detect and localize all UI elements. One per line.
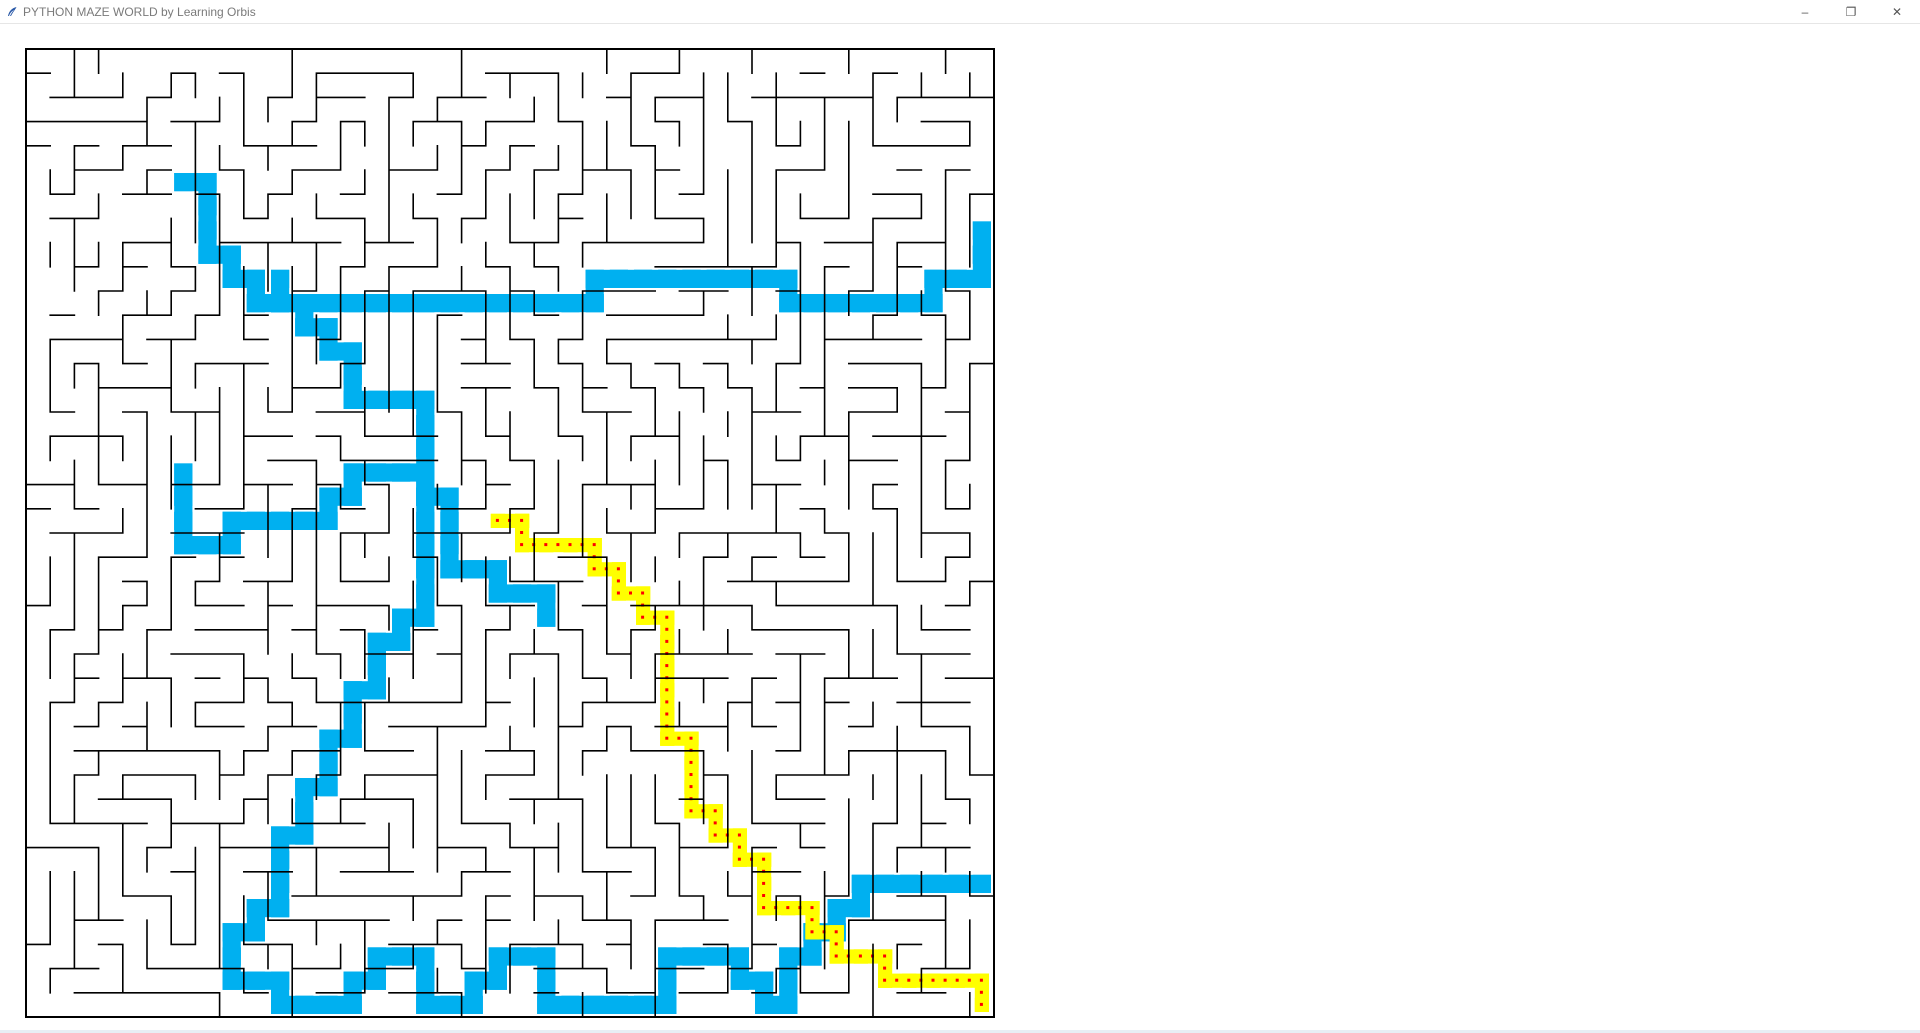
solution-marker: [967, 978, 971, 982]
solution-marker: [520, 543, 524, 547]
solution-marker: [762, 906, 766, 910]
solution-marker: [955, 978, 959, 982]
solution-marker: [762, 857, 766, 861]
window-title: PYTHON MAZE WORLD by Learning Orbis: [23, 4, 256, 19]
solution-marker: [544, 543, 548, 547]
close-button[interactable]: ✕: [1874, 0, 1920, 23]
solution-marker: [858, 954, 862, 958]
solution-marker: [665, 627, 669, 631]
solution-marker: [907, 978, 911, 982]
solution-marker: [979, 990, 983, 994]
solution-marker: [592, 543, 596, 547]
solution-marker: [737, 857, 741, 861]
solution-marker: [568, 543, 572, 547]
solution-marker: [713, 833, 717, 837]
solution-marker: [520, 518, 524, 522]
maximize-button[interactable]: ❐: [1828, 0, 1874, 23]
solution-marker: [689, 760, 693, 764]
minimize-button[interactable]: –: [1782, 0, 1828, 23]
solution-marker: [895, 978, 899, 982]
solution-marker: [495, 518, 499, 522]
solution-marker: [883, 978, 887, 982]
solution-marker: [737, 833, 741, 837]
explored-link: [537, 584, 556, 627]
solution-marker: [834, 942, 838, 946]
solution-marker: [677, 736, 681, 740]
solution-marker: [689, 736, 693, 740]
solution-marker: [665, 712, 669, 716]
solution-marker: [979, 1002, 983, 1006]
solution-marker: [737, 845, 741, 849]
solution-marker: [641, 615, 645, 619]
solution-marker: [592, 567, 596, 571]
solution-marker: [641, 591, 645, 595]
window-controls: – ❐ ✕: [1782, 0, 1920, 23]
solution-marker: [883, 966, 887, 970]
solution-marker: [616, 567, 620, 571]
maze-canvas-area: [0, 24, 1920, 1030]
solution-marker: [689, 773, 693, 776]
explored-link: [972, 221, 991, 264]
solution-marker: [713, 821, 717, 825]
solution-marker: [834, 930, 838, 934]
solution-marker: [616, 591, 620, 595]
feather-icon: [5, 5, 19, 19]
maze-canvas: [25, 48, 995, 1018]
solution-marker: [931, 978, 935, 982]
title-bar[interactable]: PYTHON MAZE WORLD by Learning Orbis – ❐ …: [0, 0, 1920, 24]
solution-marker: [713, 809, 717, 813]
solution-marker: [665, 700, 669, 704]
solution-marker: [689, 785, 693, 789]
solution-marker: [629, 591, 632, 595]
maze-walls: [25, 48, 995, 1018]
solution-marker: [665, 615, 669, 619]
solution-marker: [665, 639, 669, 643]
solution-marker: [762, 881, 766, 885]
solution-marker: [834, 954, 838, 958]
solution-marker: [943, 978, 947, 982]
solution-marker: [810, 918, 814, 922]
solution-marker: [883, 954, 887, 958]
solution-marker: [665, 664, 669, 668]
solution-marker: [762, 894, 766, 897]
solution-marker: [810, 906, 814, 910]
solution-marker: [786, 906, 790, 910]
solution-marker: [665, 736, 669, 740]
solution-marker: [810, 930, 814, 934]
solution-marker: [689, 809, 693, 813]
solution-marker: [616, 579, 620, 583]
solution-marker: [665, 688, 669, 692]
solution-marker: [979, 978, 983, 982]
solution-marker: [556, 543, 560, 547]
solution-marker: [520, 531, 524, 534]
